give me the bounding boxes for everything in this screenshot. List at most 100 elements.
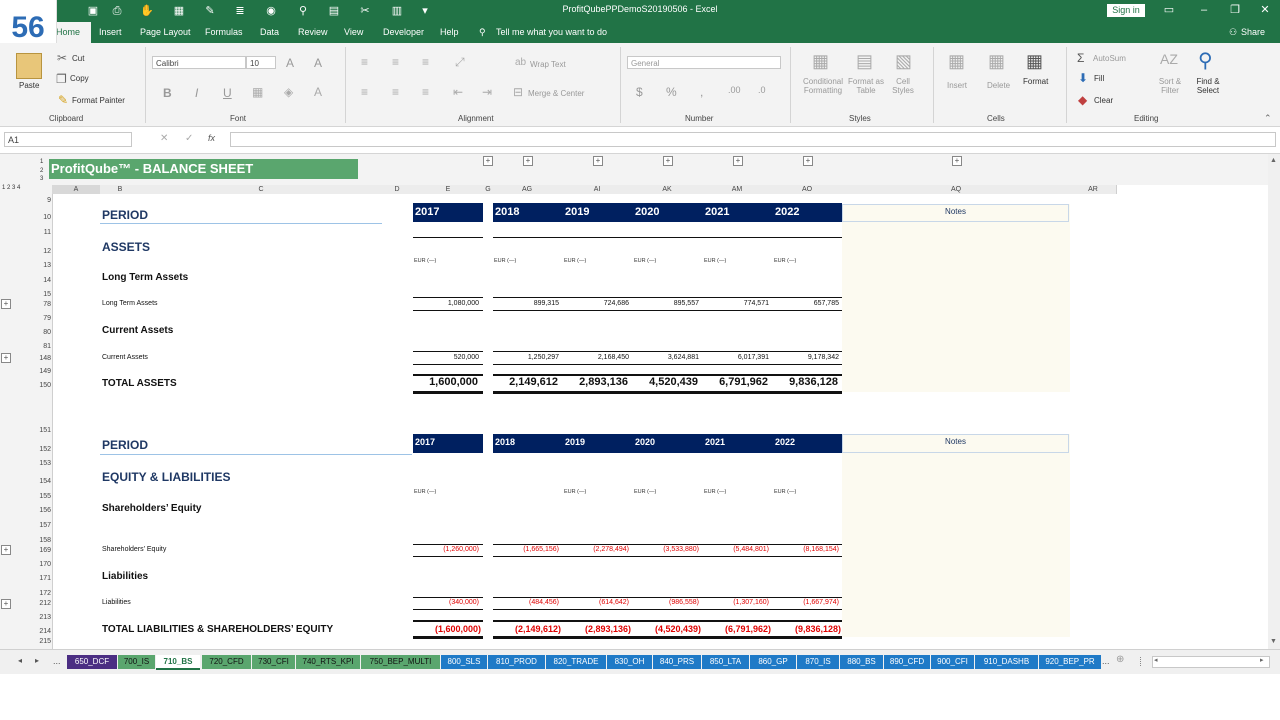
horizontal-scrollbar[interactable] [1152, 656, 1270, 668]
clear-icon[interactable]: ◆ [1078, 93, 1087, 107]
column-header-ag[interactable]: AG [492, 185, 563, 194]
formula-input[interactable] [230, 132, 1276, 147]
autosum-icon[interactable]: Σ [1077, 51, 1084, 65]
column-header-c[interactable]: C [140, 185, 383, 194]
column-header-ar[interactable]: AR [1070, 185, 1117, 194]
autosum-button[interactable]: AutoSum [1093, 54, 1126, 63]
find-select-icon[interactable]: ⚲ [1198, 48, 1213, 73]
cell-value[interactable]: 520,000 [413, 354, 479, 361]
cell-value[interactable]: 724,686 [563, 300, 629, 307]
row-number[interactable]: 214 [30, 628, 51, 635]
column-header-d[interactable]: D [382, 185, 413, 194]
total-value[interactable]: (2,893,136) [553, 624, 631, 634]
copy-button[interactable]: Copy [70, 74, 89, 83]
row-number[interactable]: 158 [30, 537, 51, 544]
scroll-left-icon[interactable]: ◂ [1154, 656, 1158, 664]
row-number[interactable]: 154 [30, 478, 51, 485]
conditional-formatting-button[interactable]: Conditional Formatting [800, 77, 846, 95]
fill-button[interactable]: Fill [1094, 74, 1104, 83]
align-top-icon[interactable]: ≡ [361, 55, 368, 69]
merge-icon[interactable]: ⊟ [513, 85, 523, 99]
sheet-tab[interactable]: 750_BEP_MULTI [361, 655, 440, 669]
column-header-ai[interactable]: AI [562, 185, 633, 194]
total-value[interactable]: 1,600,000 [400, 376, 478, 388]
merge-center-button[interactable]: Merge & Center [528, 89, 584, 98]
sheet-tab[interactable]: 860_GP [750, 655, 796, 669]
sheet-tab[interactable]: 910_DASHB [975, 655, 1038, 669]
sort-filter-button[interactable]: Sort & Filter [1156, 77, 1184, 95]
column-header-b[interactable]: B [100, 185, 141, 194]
increase-decimal-icon[interactable]: .00 [728, 85, 741, 95]
format-cells-button[interactable]: Format [1023, 77, 1048, 86]
orientation-icon[interactable]: ⤢ [455, 55, 465, 70]
row-number[interactable]: 171 [30, 575, 51, 582]
row-number[interactable]: 80 [30, 329, 51, 336]
comma-button[interactable]: , [700, 85, 703, 99]
cell-value[interactable]: (614,642) [563, 599, 629, 606]
row-number[interactable]: 10 [30, 214, 51, 221]
borders-icon[interactable]: ▦ [252, 85, 263, 99]
more-sheets-button[interactable]: ... [53, 656, 61, 666]
total-value[interactable]: 6,791,962 [690, 376, 768, 388]
expand-column-group-icon[interactable]: + [803, 156, 813, 166]
cell-value[interactable]: (1,665,156) [493, 546, 559, 553]
row-number[interactable]: 155 [30, 493, 51, 500]
name-box[interactable]: A1 [4, 132, 132, 147]
row-number[interactable]: 157 [30, 522, 51, 529]
row-number[interactable]: 148 [30, 355, 51, 362]
sheet-tab[interactable]: 850_LTA [702, 655, 749, 669]
number-format-combo[interactable]: General [627, 56, 781, 69]
expand-column-group-icon[interactable]: + [483, 156, 493, 166]
cell-styles-button[interactable]: Cell Styles [890, 77, 916, 95]
wrap-text-button[interactable]: Wrap Text [530, 60, 566, 69]
expand-row-group-icon[interactable]: + [1, 299, 11, 309]
insert-function-button[interactable]: fx [208, 133, 215, 143]
format-cells-icon[interactable]: ▦ [1026, 51, 1043, 72]
format-as-table-icon[interactable]: ▤ [856, 51, 873, 72]
sheet-tab[interactable]: 810_PROD [488, 655, 545, 669]
column-header-a[interactable]: A [52, 185, 101, 194]
column-header-e[interactable]: E [412, 185, 485, 194]
expand-column-group-icon[interactable]: + [952, 156, 962, 166]
cell-value[interactable]: (5,484,801) [703, 546, 769, 553]
new-sheet-icon[interactable]: ⊕ [1116, 654, 1124, 665]
tab-insert[interactable]: Insert [99, 27, 122, 37]
tab-splitter[interactable] [1140, 657, 1144, 666]
sort-filter-icon[interactable]: AZ [1160, 51, 1178, 67]
cell-value[interactable]: (3,533,880) [633, 546, 699, 553]
row-number[interactable]: 149 [30, 368, 51, 375]
row-number[interactable]: 15 [30, 291, 51, 298]
expand-column-group-icon[interactable]: + [733, 156, 743, 166]
tell-me-search[interactable]: Tell me what you want to do [496, 27, 607, 37]
sheet-tab[interactable]: 820_TRADE [546, 655, 606, 669]
tab-data[interactable]: Data [260, 27, 279, 37]
worksheet[interactable] [0, 154, 1280, 649]
row-number[interactable]: 150 [30, 382, 51, 389]
cell-value[interactable]: 6,017,391 [703, 354, 769, 361]
total-value[interactable]: 2,149,612 [480, 376, 558, 388]
bold-button[interactable]: B [163, 86, 172, 100]
align-left-icon[interactable]: ≡ [361, 85, 368, 99]
total-value[interactable]: 4,520,439 [620, 376, 698, 388]
total-value[interactable]: (1,600,000) [403, 624, 481, 634]
cell-value[interactable]: (1,260,000) [413, 546, 479, 553]
cell-value[interactable]: 1,250,297 [493, 354, 559, 361]
sheet-tab[interactable]: 880_BS [840, 655, 883, 669]
cell-value[interactable]: 1,080,000 [413, 300, 479, 307]
percent-button[interactable]: % [666, 85, 677, 99]
total-value[interactable]: 9,836,128 [760, 376, 838, 388]
cell-value[interactable]: (2,278,494) [563, 546, 629, 553]
column-header-ak[interactable]: AK [632, 185, 703, 194]
row-number[interactable]: 213 [30, 614, 51, 621]
sheet-tab[interactable]: 840_PRS [653, 655, 701, 669]
delete-cells-icon[interactable]: ▦ [988, 51, 1005, 72]
scroll-right-icon[interactable]: ▸ [1260, 656, 1264, 664]
total-value[interactable]: (2,149,612) [483, 624, 561, 634]
sheet-tab[interactable]: 800_SLS [441, 655, 487, 669]
sheet-tab[interactable]: 890_CFD [884, 655, 930, 669]
notes-area[interactable] [842, 204, 1070, 392]
cell-value[interactable]: 3,624,881 [633, 354, 699, 361]
align-center-icon[interactable]: ≡ [392, 85, 399, 99]
row-number[interactable]: 153 [30, 460, 51, 467]
cut-icon[interactable]: ✂ [57, 51, 67, 65]
